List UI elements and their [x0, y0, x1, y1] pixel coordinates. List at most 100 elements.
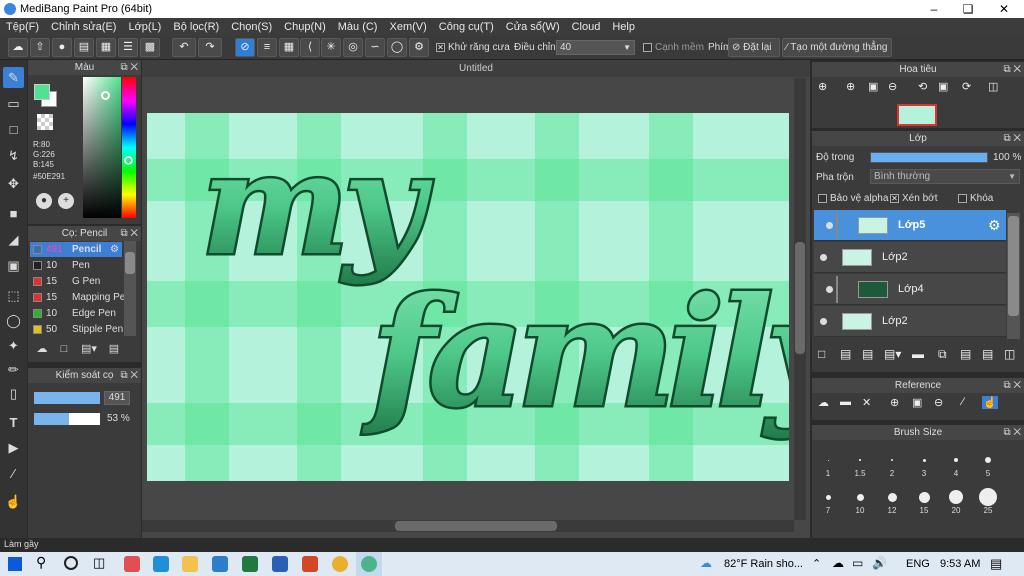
undo-icon[interactable]: ↶ [172, 38, 196, 57]
lock-toggle[interactable]: Khóa [958, 193, 993, 204]
panel-menu-icon[interactable]: ⧉ ✕ [120, 60, 138, 75]
layer-row[interactable]: Lớp4 [814, 274, 1006, 305]
reference-menu-icon[interactable]: ⧉ ✕ [1003, 378, 1021, 393]
zoom-in-icon[interactable]: ⊕ [846, 80, 855, 93]
cross-snap-icon[interactable]: ▦ [279, 38, 299, 57]
menu-color[interactable]: Màu (C) [332, 18, 384, 36]
antialias-toggle[interactable]: ✕ Khử răng cưa [436, 42, 510, 53]
menu-filter[interactable]: Bộ lọc(R) [167, 18, 225, 36]
active-app-highlight[interactable] [356, 552, 382, 576]
protect-alpha-checkbox[interactable] [818, 193, 827, 203]
brush-cloud-icon[interactable]: ☁ [34, 341, 50, 357]
layer-settings-gear-icon[interactable]: ⚙ [988, 217, 1001, 234]
fill-rect-tool-icon[interactable]: ■ [3, 203, 24, 224]
windows-start-icon[interactable] [8, 557, 22, 571]
menu-select[interactable]: Chọn(S) [225, 18, 278, 36]
new-folder-icon[interactable]: ▬ [912, 347, 924, 361]
gradient-tool-icon[interactable]: ▣ [3, 255, 24, 276]
network-icon[interactable]: ☁ [832, 556, 844, 570]
brush-list-item[interactable]: 10 Edge Pen [30, 306, 136, 321]
maximize-button[interactable]: ❏ [950, 0, 986, 18]
snap-settings-icon[interactable]: ⚙ [409, 38, 429, 57]
brush-add-icon[interactable]: □ [56, 341, 72, 357]
hand-tool-icon[interactable]: ☝ [3, 491, 24, 512]
excel-icon[interactable] [242, 556, 258, 572]
brush-list-item[interactable]: 491 Pencil ⚙ [30, 242, 122, 257]
layer-panel-menu-icon[interactable]: ⧉ ✕ [1003, 131, 1021, 146]
new-layer-icon[interactable]: □ [818, 347, 825, 361]
layer-opacity-slider[interactable] [870, 152, 988, 163]
notifications-icon[interactable]: ▤ [990, 556, 1002, 572]
edge-icon[interactable] [153, 556, 169, 572]
reference-eyedropper-icon[interactable]: ∕ [962, 396, 964, 408]
chat-icon[interactable]: ● [52, 38, 72, 57]
brush-size-preset[interactable]: 5 [973, 446, 1003, 478]
close-button[interactable]: ✕ [986, 0, 1022, 18]
navigator-menu-icon[interactable]: ⧉ ✕ [1003, 62, 1021, 77]
layer-row[interactable]: Lớp5 ⚙ [814, 210, 1006, 241]
document-tab[interactable]: Untitled [142, 60, 810, 77]
new-1bit-layer-icon[interactable]: ▤ [862, 347, 873, 361]
dot-tool-icon[interactable]: ↯ [3, 145, 24, 166]
minimize-button[interactable]: – [916, 0, 952, 18]
sv-picker-handle[interactable] [101, 91, 110, 100]
reference-close-icon[interactable]: ✕ [862, 396, 871, 409]
word-icon[interactable] [272, 556, 288, 572]
brush-panel-menu-icon[interactable]: ⧉ ✕ [120, 226, 138, 241]
curve-snap-icon[interactable]: ∽ [365, 38, 385, 57]
brush-list-item[interactable]: 15 G Pen [30, 274, 136, 289]
protect-alpha-toggle[interactable]: Bảo vệ alpha [818, 193, 888, 204]
flip-icon[interactable]: ◫ [988, 80, 998, 93]
redo-icon[interactable]: ↷ [198, 38, 222, 57]
brush-settings-icon[interactable]: ▤ [106, 341, 122, 357]
volume-icon[interactable]: 🔊 [872, 556, 887, 570]
layer-list-scroll-thumb[interactable] [1008, 216, 1019, 316]
list-icon[interactable]: ☰ [118, 38, 138, 57]
brush-size-preset[interactable]: 3 [909, 446, 939, 478]
palette-add-icon[interactable]: + [58, 193, 74, 209]
parallel-snap-icon[interactable]: ≡ [257, 38, 277, 57]
brush-size-preset[interactable]: 1.5 [845, 446, 875, 478]
operation-tool-icon[interactable]: ▶ [3, 437, 24, 458]
palette-icon[interactable]: ● [36, 193, 52, 209]
eraser-tool-icon[interactable]: ▭ [3, 93, 24, 114]
transparent-color-icon[interactable] [37, 114, 53, 130]
search-icon[interactable]: ⚲ [36, 554, 46, 571]
menu-tools[interactable]: Công cụ(T) [433, 18, 500, 36]
antialias-checkbox[interactable]: ✕ [436, 42, 445, 52]
brush-add-menu-icon[interactable]: ▤▾ [78, 341, 100, 357]
circle-snap-icon[interactable]: ◎ [343, 38, 363, 57]
select-tool-icon[interactable]: ⬚ [3, 285, 24, 306]
tray-chevron-icon[interactable]: ⌃ [812, 557, 821, 570]
brush-list-item[interactable]: 50 Stipple Pen [30, 322, 136, 337]
comment-icon[interactable]: ▤ [74, 38, 94, 57]
grid-icon[interactable]: ▩ [140, 38, 160, 57]
merge-down-icon[interactable]: ▤ [960, 347, 971, 361]
powerpoint-icon[interactable] [302, 556, 318, 572]
file-explorer-icon[interactable] [182, 556, 198, 572]
ellipse-snap-icon[interactable]: ◯ [387, 38, 407, 57]
panel-icon[interactable]: ▦ [96, 38, 116, 57]
brush-size-preset[interactable]: 7 [813, 483, 843, 515]
vertical-scroll-thumb[interactable] [795, 242, 805, 354]
move-tool-icon[interactable]: ✥ [3, 173, 24, 194]
weather-text[interactable]: 82°F Rain sho... [724, 558, 803, 570]
rect-tool-icon[interactable]: □ [3, 119, 24, 140]
reference-zoom-in-icon[interactable]: ⊕ [890, 396, 899, 409]
brush-control-menu-icon[interactable]: ⧉ ✕ [120, 368, 138, 383]
new-halftone-layer-icon[interactable]: ▤ [840, 347, 851, 361]
layer-row[interactable]: Lớp2 [814, 306, 1006, 337]
brush-size-menu-icon[interactable]: ⧉ ✕ [1003, 425, 1021, 440]
rotate-right-icon[interactable]: ⟳ [962, 80, 971, 93]
magic-wand-icon[interactable]: ✦ [3, 335, 24, 356]
brush-list-item[interactable]: 15 Mapping Pe [30, 290, 136, 305]
cortana-icon[interactable] [64, 556, 78, 570]
reference-zoom-out-icon[interactable]: ⊖ [934, 396, 943, 409]
zoom-out-icon[interactable]: ⊖ [888, 80, 897, 93]
rotate-left-icon[interactable]: ⟲ [918, 80, 927, 93]
menu-help[interactable]: Help [606, 18, 641, 36]
brush-size-preset[interactable]: 12 [877, 483, 907, 515]
lasso-tool-icon[interactable]: ◯ [3, 310, 24, 331]
hue-slider[interactable] [122, 77, 136, 218]
select-pen-icon[interactable]: ✏ [3, 359, 24, 380]
